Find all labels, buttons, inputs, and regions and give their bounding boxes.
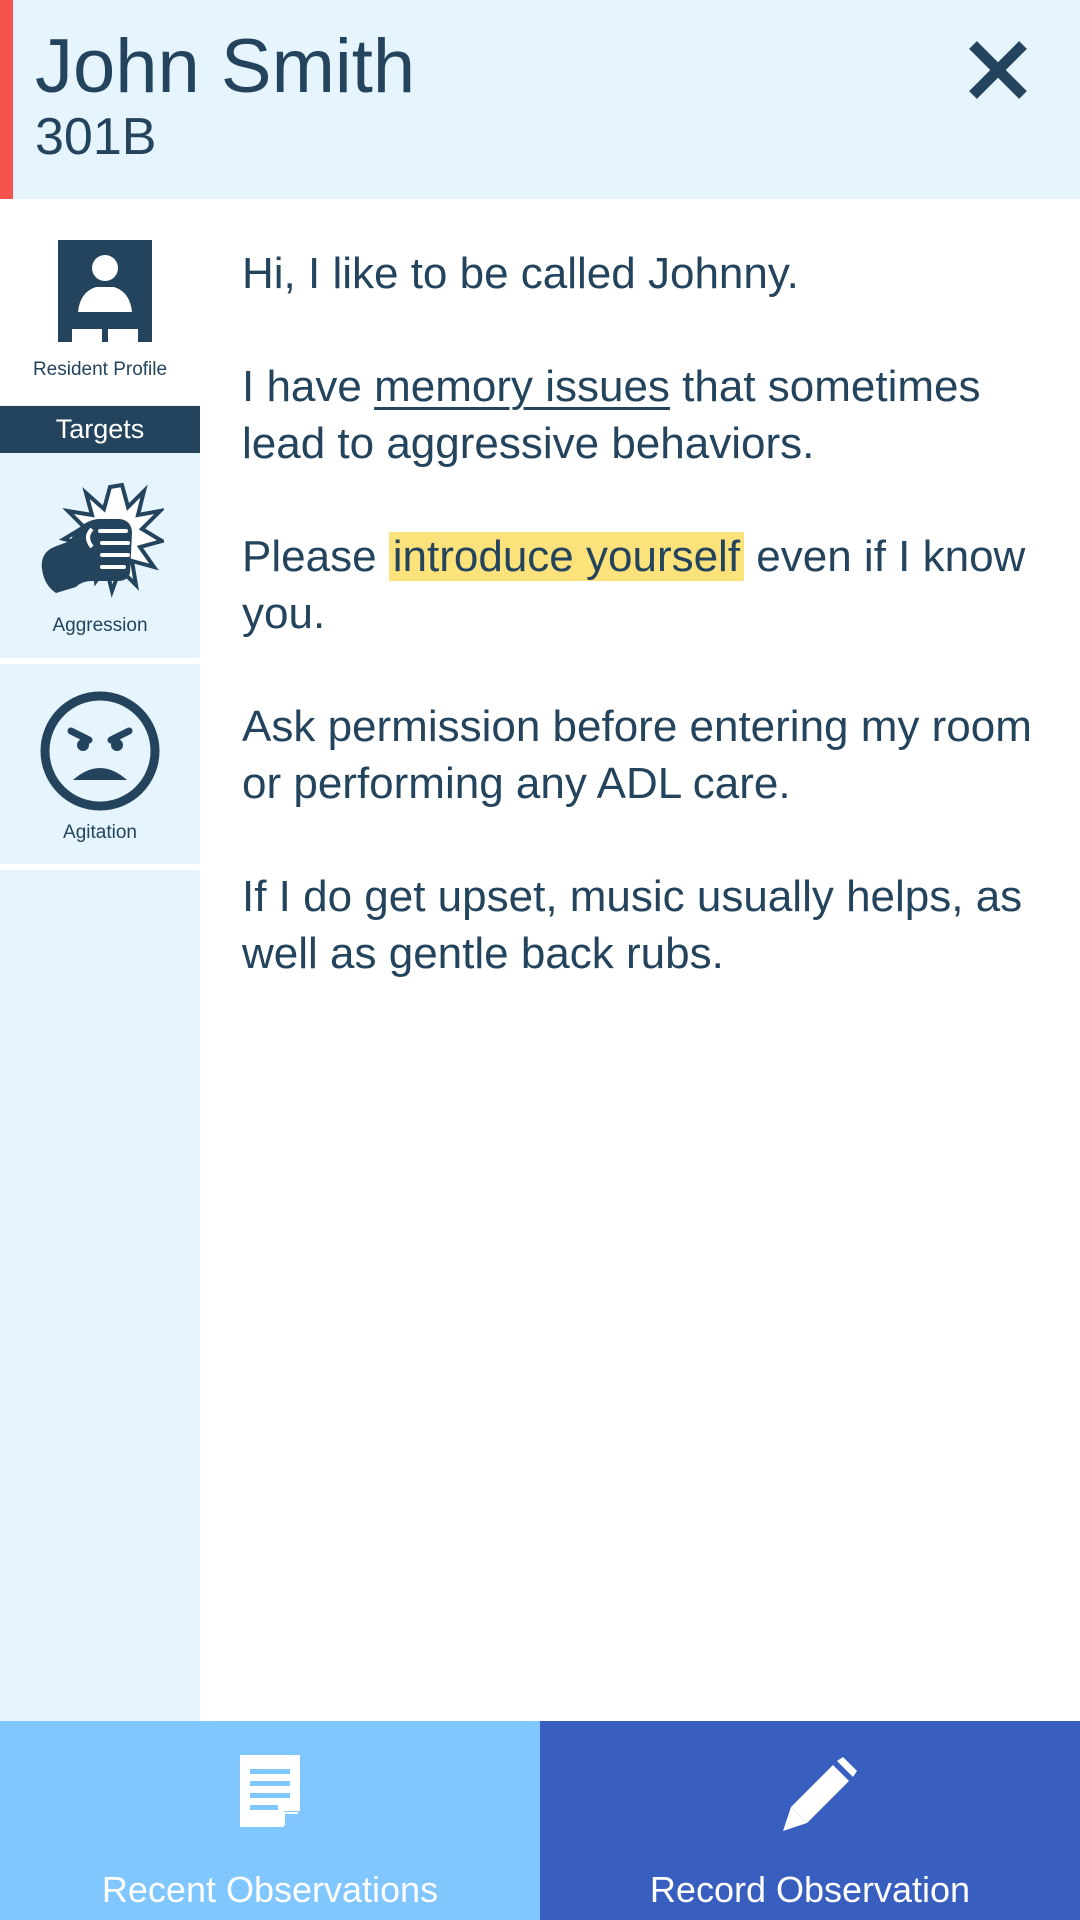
resident-care-notes: Hi, I like to be called Johnny. I have m… (242, 245, 1042, 1038)
angry-face-icon (40, 691, 160, 811)
recent-observations-label: Recent Observations (101, 1869, 439, 1910)
resident-name: John Smith (35, 24, 416, 109)
resident-profile-label: Resident Profile (32, 359, 168, 380)
close-button[interactable] (950, 30, 1046, 110)
document-icon (240, 1755, 300, 1827)
highlighted-text: introduce yourself (388, 532, 745, 581)
pencil-icon (783, 1757, 857, 1831)
note-paragraph: I have memory issues that sometimes lead… (242, 358, 1042, 472)
sidebar-item-agitation[interactable]: Agitation (0, 664, 200, 864)
resident-profile-icon (58, 240, 152, 342)
agitation-label: Agitation (63, 822, 137, 843)
note-text: Ask permission before entering my room o… (242, 702, 1032, 808)
sidebar-divider (0, 864, 200, 870)
note-paragraph: Ask permission before entering my room o… (242, 698, 1042, 812)
record-observation-label: Record Observation (649, 1869, 971, 1910)
recent-observations-button[interactable]: Recent Observations (0, 1721, 540, 1920)
close-icon (969, 41, 1027, 99)
note-text: I have (242, 362, 375, 411)
note-paragraph: Hi, I like to be called Johnny. (242, 245, 1042, 302)
note-text: Hi, I like to be called Johnny. (242, 249, 799, 298)
note-text: Please (242, 532, 389, 581)
note-paragraph: Please introduce yourself even if I know… (242, 528, 1042, 642)
note-paragraph: If I do get upset, music usually helps, … (242, 868, 1042, 982)
note-text: If I do get upset, music usually helps, … (242, 872, 1023, 978)
sidebar-item-resident-profile[interactable]: Resident Profile (0, 199, 200, 405)
resident-header: John Smith 301B (0, 0, 1080, 199)
targets-heading: Targets (0, 406, 200, 453)
resident-room-number: 301B (35, 108, 157, 166)
record-observation-button[interactable]: Record Observation (540, 1721, 1080, 1920)
fist-aggression-icon (41, 482, 164, 598)
status-accent-bar (0, 0, 13, 199)
memory-issues-link[interactable]: memory issues (374, 362, 670, 411)
aggression-label: Aggression (52, 615, 148, 636)
sidebar: Resident Profile Targets Aggression Agit… (0, 199, 200, 1721)
sidebar-item-aggression[interactable]: Aggression (0, 455, 200, 658)
